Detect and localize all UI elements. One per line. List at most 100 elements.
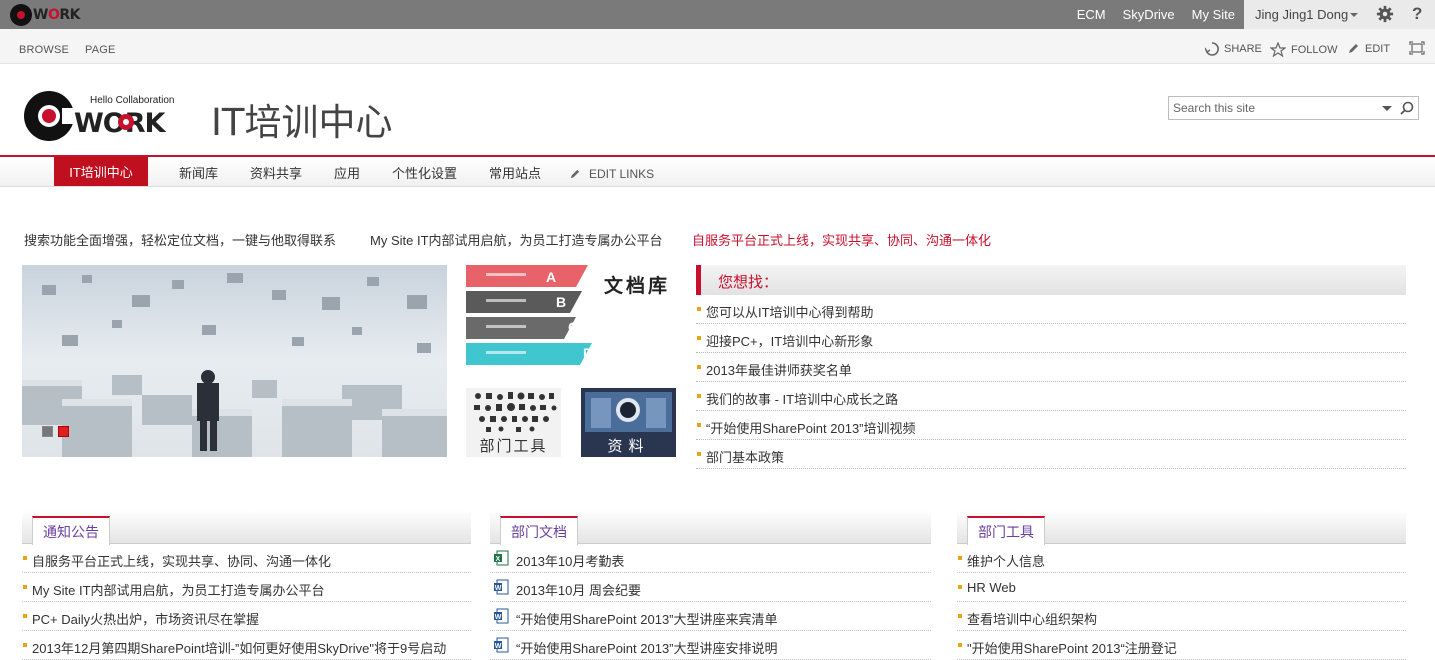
panel-title-announcements[interactable]: 通知公告	[32, 516, 110, 545]
document-row[interactable]: X 2013年10月考勤表	[490, 544, 931, 573]
list-item-label[interactable]: 部门基本政策	[706, 447, 784, 466]
document-row[interactable]: W “开始使用SharePoint 2013”大型讲座安排说明	[490, 631, 931, 660]
list-item-label[interactable]: 我们的故事 - IT培训中心成长之路	[706, 389, 898, 408]
share-icon	[1205, 42, 1219, 56]
share-button[interactable]: SHARE	[1205, 42, 1262, 56]
search-scope-dropdown-icon[interactable]	[1382, 106, 1392, 111]
bullet-icon	[697, 365, 701, 369]
tile-letter: D	[583, 345, 593, 361]
suite-link-mysite[interactable]: My Site	[1192, 7, 1235, 22]
tile-department-tools[interactable]: 部门工具	[466, 388, 561, 457]
nav-item-news[interactable]: 新闻库	[179, 163, 218, 182]
list-item-label[interactable]: 查看培训中心组织架构	[967, 609, 1097, 628]
edit-links-button[interactable]: EDIT LINKS	[569, 167, 654, 181]
nav-item-personalize[interactable]: 个性化设置	[392, 163, 457, 182]
news-ticker-item[interactable]: My Site IT内部试用启航，为员工打造专属办公平台	[370, 230, 663, 249]
document-name[interactable]: “开始使用SharePoint 2013”大型讲座安排说明	[516, 638, 778, 657]
list-item[interactable]: "开始使用SharePoint 2013“注册登记	[957, 631, 1406, 660]
list-item-label[interactable]: 迎接PC+，IT培训中心新形象	[706, 331, 873, 350]
search-input[interactable]	[1173, 100, 1373, 116]
chevron-down-icon[interactable]	[1350, 13, 1358, 17]
list-item[interactable]: 自服务平台正式上线，实现共享、协同、沟通一体化	[22, 544, 471, 573]
gear-icon[interactable]	[1376, 5, 1394, 23]
share-label: SHARE	[1224, 43, 1262, 55]
site-logo[interactable]: Hello Collaboration WORK	[22, 88, 187, 144]
list-item[interactable]: HR Web	[957, 573, 1406, 602]
list-item[interactable]: 查看培训中心组织架构	[957, 602, 1406, 631]
list-item[interactable]: 部门基本政策	[696, 440, 1406, 469]
logo-gear-icon	[118, 114, 134, 130]
carousel-dot-active[interactable]	[58, 426, 69, 437]
follow-label: FOLLOW	[1291, 43, 1338, 56]
help-icon[interactable]: ?	[1412, 4, 1422, 24]
suite-link-skydrive[interactable]: SkyDrive	[1123, 7, 1175, 22]
user-name[interactable]: Jing Jing1 Dong	[1255, 7, 1348, 22]
follow-button[interactable]: FOLLOW	[1270, 42, 1337, 57]
word-icon: W	[494, 579, 509, 595]
nav-item-shared[interactable]: 资料共享	[250, 163, 302, 182]
list-item-label[interactable]: “开始使用SharePoint 2013”培训视频	[706, 418, 916, 437]
suite-logo-text: WORK	[33, 6, 81, 23]
focus-mode-icon[interactable]	[1409, 41, 1425, 55]
document-row[interactable]: W “开始使用SharePoint 2013”大型讲座来宾清单	[490, 602, 931, 631]
pencil-icon	[570, 169, 580, 179]
list-item-label[interactable]: 自服务平台正式上线，实现共享、协同、沟通一体化	[32, 551, 331, 570]
bullet-icon	[697, 307, 701, 311]
nav-item-sites[interactable]: 常用站点	[489, 163, 541, 182]
looking-for-header: 您想找：	[696, 265, 1406, 295]
list-item[interactable]: 2013年12月第四期SharePoint培训-”如何更好使用SkyDrive"…	[22, 631, 471, 660]
tab-browse[interactable]: BROWSE	[19, 44, 69, 56]
document-row[interactable]: W 2013年10月 周会纪要	[490, 573, 931, 602]
list-item[interactable]: 维护个人信息	[957, 544, 1406, 573]
svg-text:W: W	[495, 643, 502, 650]
list-item[interactable]: 您可以从IT培训中心得到帮助	[696, 295, 1406, 324]
ribbon: BROWSE PAGE SHARE FOLLOW EDIT	[0, 29, 1435, 64]
department-tools-panel: 部门工具 维护个人信息 HR Web 查看培训中心组织架构 "开始使用Share…	[957, 510, 1406, 660]
document-name[interactable]: “开始使用SharePoint 2013”大型讲座来宾清单	[516, 609, 778, 628]
list-item[interactable]: 迎接PC+，IT培训中心新形象	[696, 324, 1406, 353]
list-item-label[interactable]: 您可以从IT培训中心得到帮助	[706, 302, 874, 321]
svg-text:W: W	[495, 614, 502, 621]
panel-title-tools[interactable]: 部门工具	[967, 516, 1045, 545]
suite-bar: WORK ECM SkyDrive My Site Jing Jing1 Don…	[0, 0, 1435, 29]
document-name[interactable]: 2013年10月考勤表	[516, 551, 624, 570]
hero-carousel[interactable]	[22, 265, 447, 457]
site-title[interactable]: IT培训中心	[211, 92, 393, 146]
search-icon[interactable]	[1400, 101, 1414, 115]
news-ticker-item[interactable]: 搜索功能全面增强，轻松定位文档，一键与他取得联系	[24, 230, 336, 249]
list-item[interactable]: 我们的故事 - IT培训中心成长之路	[696, 382, 1406, 411]
list-item-label[interactable]: HR Web	[967, 580, 1016, 595]
bullet-icon	[23, 556, 27, 560]
list-item-label[interactable]: "开始使用SharePoint 2013“注册登记	[967, 638, 1177, 657]
carousel-dot[interactable]	[42, 426, 53, 437]
document-name[interactable]: 2013年10月 周会纪要	[516, 580, 641, 599]
tab-page[interactable]: PAGE	[85, 44, 116, 56]
nav-item-apps[interactable]: 应用	[334, 163, 360, 182]
nav-item-home[interactable]: IT培训中心	[54, 157, 148, 186]
list-item[interactable]: My Site IT内部试用启航，为员工打造专属办公平台	[22, 573, 471, 602]
pencil-icon	[1349, 44, 1358, 53]
list-item[interactable]: 2013年最佳讲师获奖名单	[696, 353, 1406, 382]
logo-tagline: Hello Collaboration	[90, 95, 175, 106]
tile-document-library[interactable]: A B C D 文档库	[466, 265, 676, 368]
logo-c-icon	[10, 3, 32, 26]
list-item[interactable]: “开始使用SharePoint 2013”培训视频	[696, 411, 1406, 440]
news-ticker-item[interactable]: 自服务平台正式上线，实现共享、协同、沟通一体化	[692, 230, 991, 249]
list-item-label[interactable]: PC+ Daily火热出炉，市场资讯尽在掌握	[32, 609, 259, 628]
bullet-icon	[697, 423, 701, 427]
suite-logo[interactable]: WORK	[10, 3, 81, 26]
svg-text:W: W	[495, 585, 502, 592]
department-documents-panel: 部门文档 X 2013年10月考勤表 W 2013年10月 周会纪要 W “开始…	[490, 510, 931, 660]
list-item-label[interactable]: 维护个人信息	[967, 551, 1045, 570]
announcements-panel: 通知公告 自服务平台正式上线，实现共享、协同、沟通一体化 My Site IT内…	[22, 510, 471, 660]
list-item-label[interactable]: 2013年最佳讲师获奖名单	[706, 360, 852, 379]
panel-title-documents[interactable]: 部门文档	[500, 516, 578, 545]
bullet-icon	[23, 585, 27, 589]
suite-link-ecm[interactable]: ECM	[1077, 7, 1106, 22]
list-item-label[interactable]: My Site IT内部试用启航，为员工打造专属办公平台	[32, 580, 325, 599]
user-menu[interactable]: Jing Jing1 Dong ?	[1244, 0, 1435, 29]
list-item-label[interactable]: 2013年12月第四期SharePoint培训-”如何更好使用SkyDrive"…	[32, 638, 446, 657]
tile-resources[interactable]: 资料	[581, 388, 676, 457]
list-item[interactable]: PC+ Daily火热出炉，市场资讯尽在掌握	[22, 602, 471, 631]
edit-button[interactable]: EDIT	[1347, 42, 1390, 55]
